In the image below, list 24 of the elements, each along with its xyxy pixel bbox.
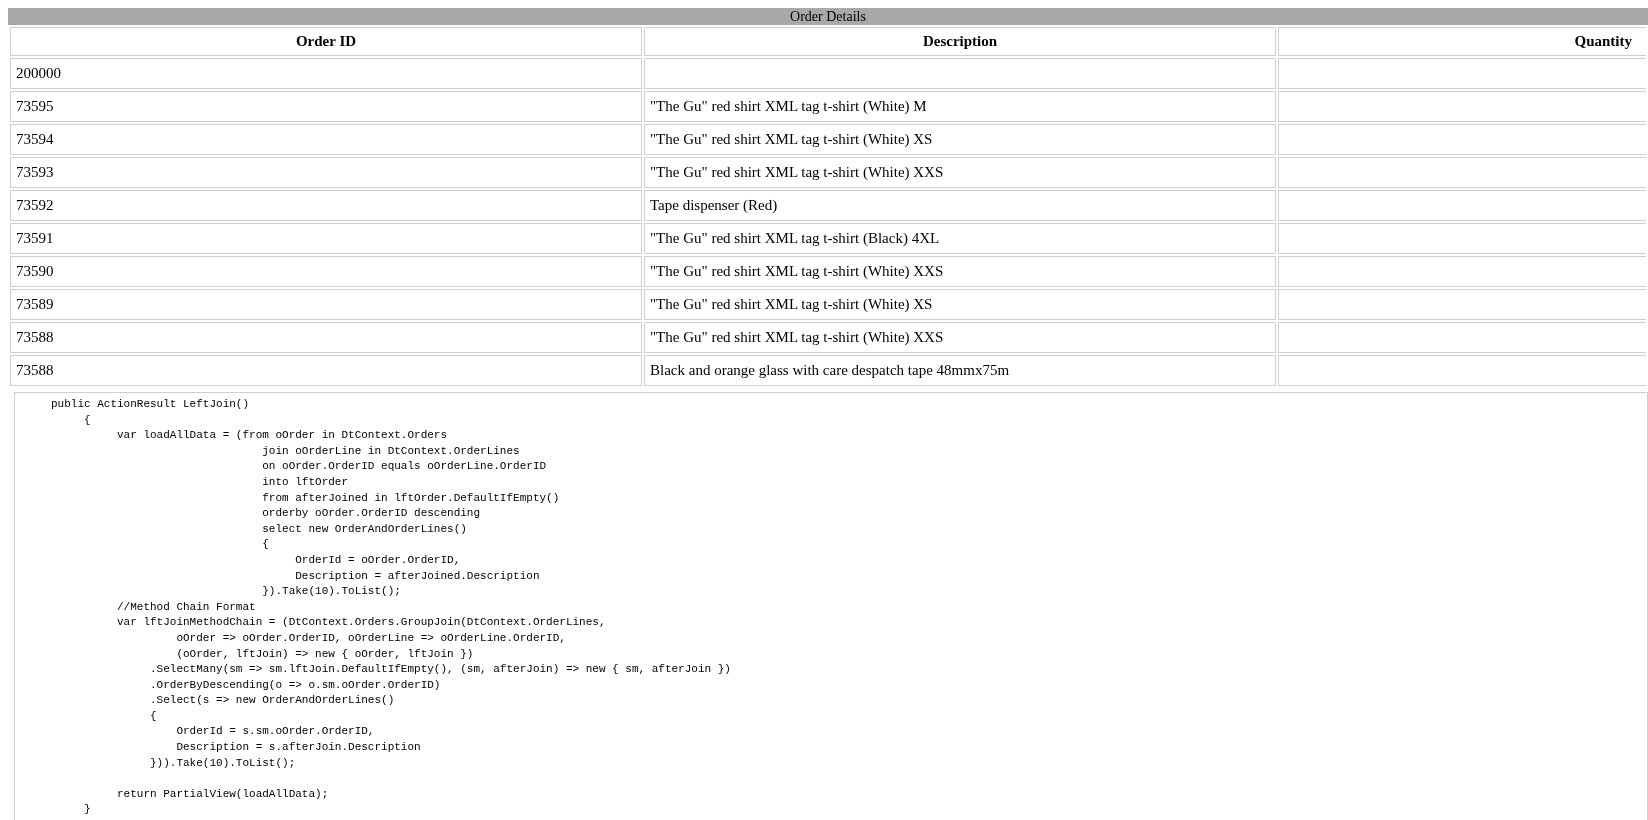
table-cell: "The Gu" red shirt XML tag t-shirt (White) XXS xyxy=(644,256,1276,287)
table-cell: Black and orange glass with care despatch tape 48mmx75m xyxy=(644,355,1276,386)
table-cell: Tape dispenser (Red) xyxy=(644,190,1276,221)
table-title: Order Details xyxy=(8,8,1648,25)
table-cell: "The Gu" red shirt XML tag t-shirt (Black) 4XL xyxy=(644,223,1276,254)
table-cell: 73588 xyxy=(10,355,642,386)
table-cell: 200000 xyxy=(10,58,642,89)
table-cell: 73593 xyxy=(10,157,642,188)
table-cell: 73588 xyxy=(10,322,642,353)
table-cell: 73595 xyxy=(10,91,642,122)
column-header: Order ID xyxy=(10,27,642,56)
column-header: Quantity xyxy=(1278,27,1646,56)
table-cell: "The Gu" red shirt XML tag t-shirt (White) XXS xyxy=(644,157,1276,188)
table-cell: 73594 xyxy=(10,124,642,155)
code-block: public ActionResult LeftJoin() { var loadAllData = (from oOrder in DtContext.Orders join oOrderLine in DtContext.OrderLines on oOrder.OrderID equals oOrderLine.OrderID into lftOrder from afterJoined in lftOrder.DefaultIfEmpty() orderby oOrder.OrderID descending select new OrderAndOrderLines() { OrderId = oOrder.OrderID, Description = afterJoined.Description }).Take(10).ToList(); //Method Chain Format var lftJoinMethodChain = (DtContext.Orders.GroupJoin(DtContext.OrderLines, oOrder => oOrder.OrderID, oOrderLine => oOrderLine.OrderID, (oOrder, lftJoin) => new { oOrder, lftJoin }) .SelectMany(sm => sm.lftJoin.DefaultIfEmpty(), (sm, afterJoin) => new { sm, afterJoin }) .OrderByDescending(o => o.sm.oOrder.OrderID) .Select(s => new OrderAndOrderLines() { OrderId = s.sm.oOrder.OrderID, Description = s.afterJoin.Description })).Take(10).ToList(); return PartialView(loadAllData); } xyxy=(14,392,1648,820)
table-cell: 73592 xyxy=(10,190,642,221)
table-cell: "The Gu" red shirt XML tag t-shirt (White) XXS xyxy=(644,322,1276,353)
table-cell: "The Gu" red shirt XML tag t-shirt (White) XS xyxy=(644,124,1276,155)
table-cell: 73590 xyxy=(10,256,642,287)
column-header: Description xyxy=(644,27,1276,56)
table-cell: 73591 xyxy=(10,223,642,254)
table-cell: "The Gu" red shirt XML tag t-shirt (White) M xyxy=(644,91,1276,122)
table-cell: "The Gu" red shirt XML tag t-shirt (White) XS xyxy=(644,289,1276,320)
table-cell: 73589 xyxy=(10,289,642,320)
